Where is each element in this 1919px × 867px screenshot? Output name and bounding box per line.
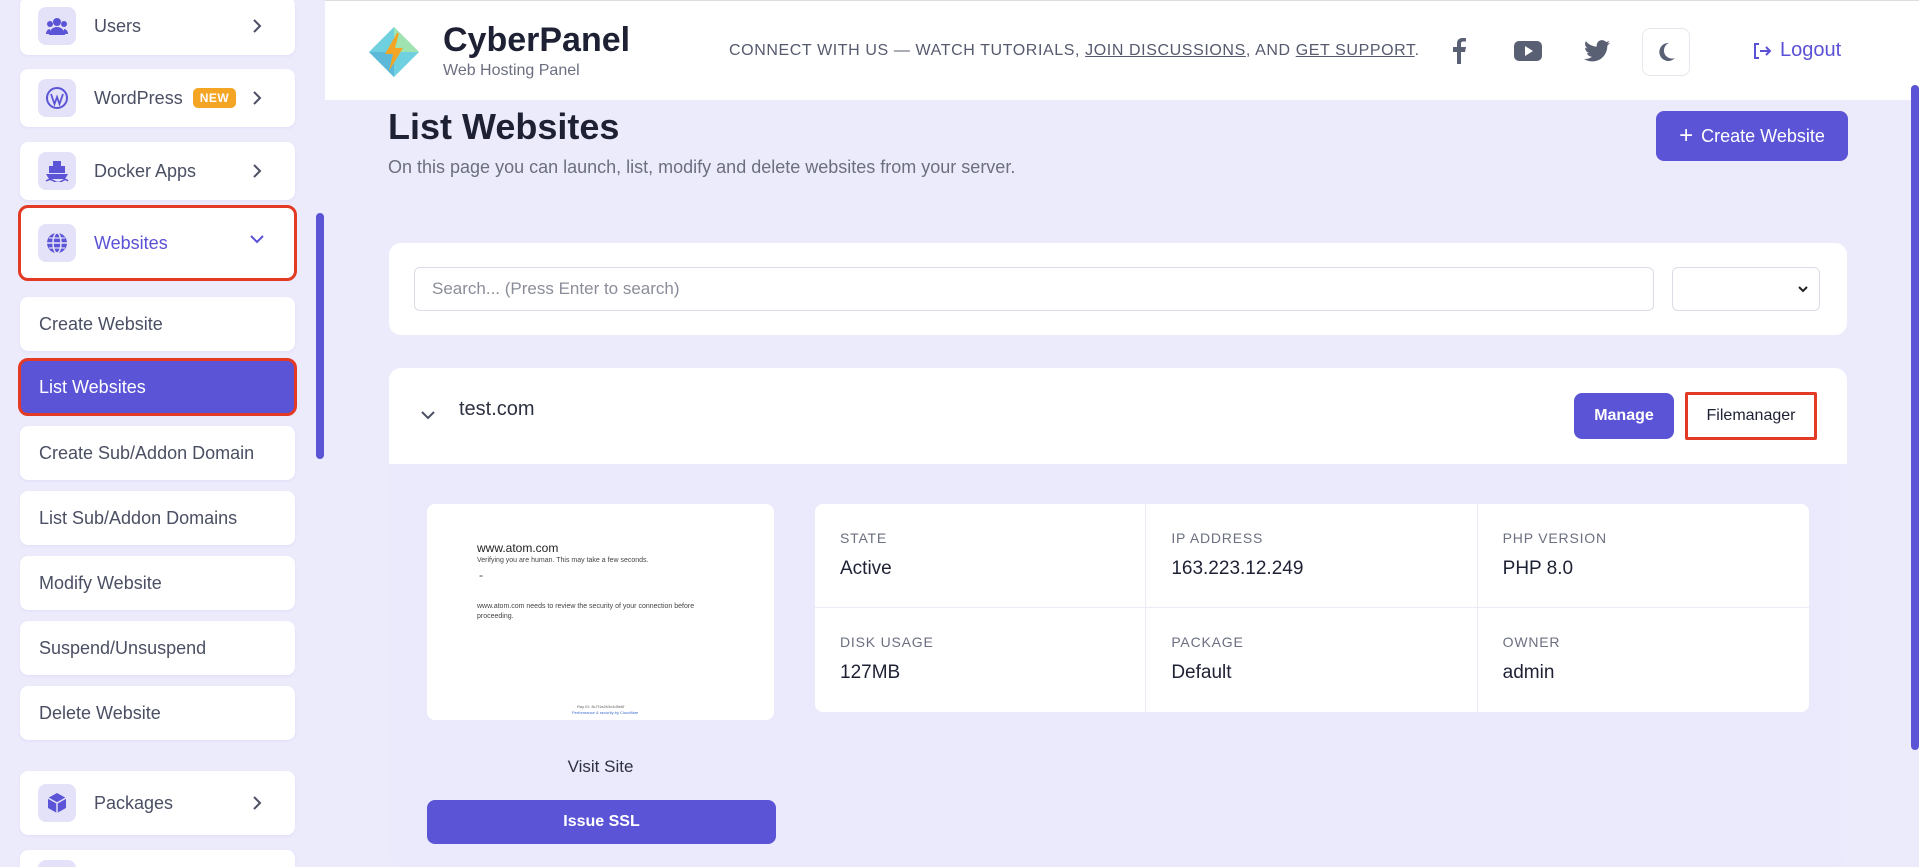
preview-footer-ray: Ray ID: 8c7f1a2b3c4d5e6f [577, 704, 625, 709]
submenu-create-sub-addon-domain[interactable]: Create Sub/Addon Domain [20, 426, 295, 480]
join-discussions-link[interactable]: JOIN DISCUSSIONS [1085, 42, 1246, 59]
website-card: test.com Manage Filemanager www.atom.com… [389, 368, 1847, 867]
menu-icon [38, 860, 76, 867]
search-input[interactable] [414, 267, 1654, 311]
info-label: STATE [840, 530, 888, 546]
info-label: IP ADDRESS [1171, 530, 1264, 546]
logout-button[interactable]: Logout [1752, 39, 1841, 62]
chevron-down-icon [250, 235, 264, 244]
submenu-suspend-unsuspend[interactable]: Suspend/Unsuspend [20, 621, 295, 675]
brand: CyberPanel Web Hosting Panel [443, 21, 630, 80]
info-value: 163.223.12.249 [1171, 558, 1304, 579]
connect-suffix: . [1414, 42, 1420, 59]
brand-subtitle: Web Hosting Panel [443, 62, 580, 79]
sidebar-item-partial[interactable] [20, 850, 295, 867]
brand-name: CyberPanel [443, 21, 631, 59]
plus-icon: + [1679, 122, 1694, 149]
website-card-header[interactable]: test.com Manage Filemanager [389, 368, 1847, 464]
cyberpanel-logo [363, 21, 425, 83]
info-label: OWNER [1502, 634, 1561, 650]
submenu-label: Create Sub/Addon Domain [39, 442, 255, 463]
submenu-label: List Websites [39, 376, 146, 397]
info-package: PACKAGE Default [1146, 608, 1478, 712]
info-disk-usage: DISK USAGE 127MB [815, 608, 1147, 712]
facebook-icon[interactable] [1445, 37, 1473, 65]
info-label: DISK USAGE [840, 634, 934, 650]
preview-domain: www.atom.com [477, 541, 559, 555]
connect-prefix: CONNECT WITH US — WATCH TUTORIALS, [729, 42, 1086, 59]
info-ip-address: IP ADDRESS 163.223.12.249 [1146, 504, 1478, 608]
website-domain: test.com [459, 398, 535, 420]
submenu-modify-website[interactable]: Modify Website [20, 556, 295, 610]
website-preview[interactable]: www.atom.com Verifying you are human. Th… [427, 504, 774, 720]
submenu-label: Suspend/Unsuspend [39, 637, 207, 658]
chevron-right-icon [253, 91, 262, 105]
moon-icon [1659, 42, 1675, 61]
preview-verify-text: Verifying you are human. This may take a… [477, 557, 649, 564]
chevron-right-icon [253, 19, 262, 33]
page-description: On this page you can launch, list, modif… [388, 157, 1016, 177]
submenu-list-sub-addon-domains[interactable]: List Sub/Addon Domains [20, 491, 295, 545]
info-owner: OWNER admin [1478, 608, 1809, 712]
page-title: List Websites [388, 106, 620, 147]
visit-site-link[interactable]: Visit Site [427, 757, 774, 777]
info-state: STATE Active [815, 504, 1147, 608]
info-label: PACKAGE [1171, 634, 1244, 650]
preview-review-text: www.atom.com needs to review the securit… [477, 603, 695, 620]
logout-label: Logout [1780, 39, 1842, 61]
info-value: admin [1502, 662, 1555, 683]
manage-button[interactable]: Manage [1574, 393, 1674, 439]
submenu-list-websites[interactable]: List Websites [18, 358, 297, 416]
sidebar-item-label: WordPress [94, 87, 183, 108]
sidebar-item-users[interactable]: Users [20, 0, 295, 55]
sidebar-scrollbar[interactable] [316, 213, 324, 459]
youtube-icon[interactable] [1514, 37, 1542, 65]
docker-icon [38, 152, 76, 190]
page-scrollbar[interactable] [1911, 85, 1919, 750]
chevron-right-icon [253, 164, 262, 178]
submenu-label: Delete Website [39, 702, 161, 723]
chevron-down-icon [1798, 286, 1808, 293]
submenu-label: List Sub/Addon Domains [39, 507, 238, 528]
sidebar-item-wordpress[interactable]: WordPress NEW [20, 69, 295, 127]
info-value: 127MB [840, 662, 901, 683]
top-header: CyberPanel Web Hosting Panel CONNECT WIT… [325, 0, 1919, 100]
sidebar-item-packages[interactable]: Packages [20, 771, 295, 835]
filter-select[interactable] [1672, 267, 1820, 311]
create-website-button[interactable]: + Create Website [1656, 111, 1848, 161]
connect-middle: , AND [1245, 42, 1296, 59]
submenu-delete-website[interactable]: Delete Website [20, 686, 295, 740]
info-value: Active [840, 558, 892, 579]
chevron-right-icon [253, 796, 262, 810]
submenu-create-website[interactable]: Create Website [20, 297, 295, 351]
sidebar-item-docker-apps[interactable]: Docker Apps [20, 142, 295, 200]
issue-ssl-button[interactable]: Issue SSL [427, 800, 776, 844]
info-php-version: PHP VERSION PHP 8.0 [1477, 504, 1809, 608]
get-support-link[interactable]: GET SUPPORT [1296, 42, 1415, 59]
twitter-icon[interactable] [1583, 37, 1611, 65]
chevron-down-icon[interactable] [419, 406, 437, 424]
new-badge: NEW [192, 88, 237, 108]
users-icon [38, 7, 76, 45]
submenu-label: Modify Website [39, 572, 162, 593]
globe-icon [38, 224, 76, 262]
create-website-label: Create Website [1701, 125, 1825, 146]
preview-footer-cloudflare: Performance & security by Cloudflare [572, 710, 639, 715]
sidebar-item-websites[interactable]: Websites [18, 205, 297, 281]
dark-mode-toggle[interactable] [1642, 28, 1690, 76]
logout-icon [1754, 42, 1772, 59]
package-icon [38, 784, 76, 822]
submenu-label: Create Website [39, 313, 163, 334]
info-value: Default [1171, 662, 1232, 683]
preview-dash: - [479, 568, 483, 582]
connect-text: CONNECT WITH US — WATCH TUTORIALS, JOIN … [729, 42, 1420, 60]
website-info-grid: STATE Active IP ADDRESS 163.223.12.249 P… [815, 504, 1809, 712]
search-card [389, 243, 1847, 335]
wordpress-icon [38, 79, 76, 117]
info-value: PHP 8.0 [1502, 558, 1574, 579]
filemanager-button[interactable]: Filemanager [1685, 392, 1817, 440]
info-label: PHP VERSION [1502, 530, 1607, 546]
sidebar: Users WordPress NEW Docker Apps Websites… [0, 0, 325, 867]
